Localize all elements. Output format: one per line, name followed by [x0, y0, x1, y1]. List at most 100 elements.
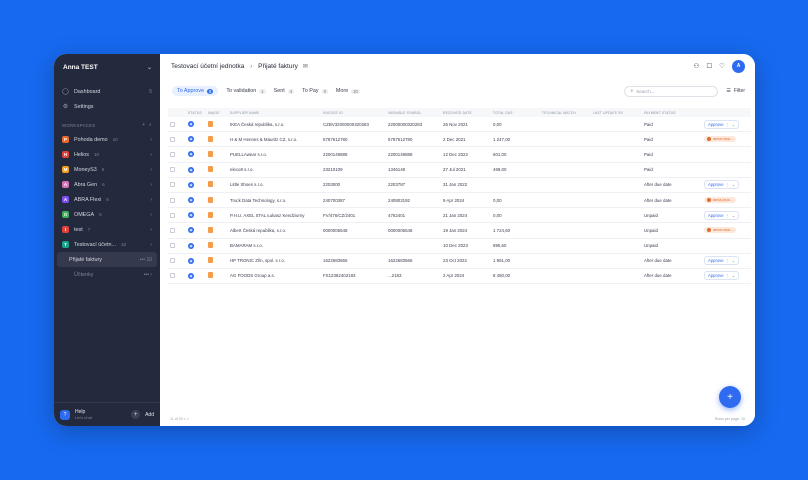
sidebar-item-workspace[interactable]: A ABRA Flexi 6 › [54, 192, 160, 207]
more-icon[interactable]: ⋮ [726, 122, 730, 127]
more-icon[interactable]: ⋮ [726, 258, 730, 263]
column-header[interactable]: SUPPLIER NAME [228, 111, 321, 115]
document-icon[interactable] [208, 226, 213, 233]
tab-to-approve[interactable]: To Approve 8 [172, 86, 219, 96]
mail-icon[interactable]: ✉ [303, 63, 308, 70]
row-checkbox[interactable] [170, 227, 175, 233]
message-icon[interactable]: ☐ [706, 62, 712, 70]
table-row[interactable]: ◉ H & M Hennes & Mauritz CZ, s.r.o. 5787… [168, 132, 751, 148]
row-checkbox[interactable] [170, 121, 175, 127]
sidebar-item-prijate-faktury[interactable]: Přijaté faktury ••• 10 [57, 252, 157, 267]
document-icon[interactable] [208, 120, 213, 127]
row-checkbox[interactable] [170, 243, 175, 249]
sidebar-item-dashboard[interactable]: ◯ Dashboard 5 [54, 84, 160, 99]
table-row[interactable]: ◉ BAMARAM s.r.o. 10 Dec 2023 895,60 Unpa… [168, 239, 751, 254]
more-icon[interactable]: ⋮ [726, 182, 730, 187]
approve-button[interactable]: Approve ⋮ ⌄ [704, 180, 740, 190]
assignee-chip[interactable]: anna.rosa... [704, 136, 737, 143]
row-checkbox[interactable] [170, 182, 175, 188]
rows-per-page[interactable]: Rows per page: 10 [715, 417, 745, 421]
approve-button[interactable]: Approve ⋮ ⌄ [704, 210, 740, 220]
assignee-chip[interactable]: anna.plus... [704, 197, 736, 204]
document-icon[interactable] [208, 257, 213, 264]
table-row[interactable]: ◉ Albert Česká republika, s.r.o. 0000006… [168, 223, 751, 239]
table-row[interactable]: ◉ AG FOODS Group a.s. FS12362402183 ...2… [168, 269, 751, 285]
sidebar-item-workspace[interactable]: O OMEGA 6 › [54, 207, 160, 222]
column-header[interactable]: TOTAL DUE [491, 111, 540, 115]
row-checkbox[interactable] [170, 273, 175, 279]
document-icon[interactable] [208, 196, 213, 203]
approve-button[interactable]: Approve ⋮ ⌄ [704, 119, 740, 129]
filter-button[interactable]: ☰ Filter [726, 88, 745, 94]
column-header[interactable]: STATUS [186, 111, 206, 115]
row-checkbox[interactable] [170, 151, 175, 157]
sidebar-item-workspace[interactable]: M MoneyS3 5 › [54, 162, 160, 177]
table-row[interactable]: ◉ Truck Data Technology, s.r.o. 24070038… [168, 193, 751, 209]
document-icon[interactable] [208, 166, 213, 173]
table-row[interactable]: ◉ HP TRONIC Zlín, spol. s r.o. 162268356… [168, 254, 751, 269]
sidebar-item-workspace[interactable]: P Pohoda demo 10 › [54, 132, 160, 147]
row-checkbox[interactable] [170, 197, 175, 203]
document-icon[interactable] [208, 181, 213, 188]
document-icon[interactable] [208, 272, 213, 279]
sidebar-item-settings[interactable]: ⚙ Settings [54, 99, 160, 114]
tab-label: To Approve [177, 88, 204, 94]
document-icon[interactable] [208, 211, 213, 218]
document-icon[interactable] [208, 242, 213, 249]
sidebar-item-workspace[interactable]: t test 7 › [54, 222, 160, 237]
add-button[interactable]: + Add [131, 410, 154, 419]
more-icon[interactable]: ⋮ [726, 213, 730, 218]
sidebar-item-uctenky[interactable]: Účtenky ••• › [54, 267, 160, 282]
row-checkbox[interactable] [170, 136, 175, 142]
table-row[interactable]: ◉ IKEA Česká republika, s.r.o. CZBV32000… [168, 117, 751, 133]
sidebar-item-workspace[interactable]: H Helios 10 › [54, 147, 160, 162]
approve-button[interactable]: Approve ⋮ ⌄ [704, 256, 740, 266]
section-tools[interactable]: + ⌕ [142, 122, 152, 128]
approve-button[interactable]: Approve ⋮ ⌄ [704, 271, 740, 281]
tab-sent[interactable]: Sent 4 [274, 88, 295, 94]
chat-icon[interactable]: ? [60, 409, 70, 420]
column-header[interactable]: VARIABLE SYMBOL [386, 111, 441, 115]
more-icon[interactable]: ••• › [144, 272, 152, 278]
column-header[interactable]: IMAGE [206, 111, 228, 115]
more-icon[interactable]: ⋮ [726, 273, 730, 278]
chevron-down-icon[interactable]: ⌄ [732, 273, 736, 278]
column-header[interactable]: RECEIVED DATE [441, 111, 491, 115]
chevron-down-icon[interactable]: ⌄ [732, 182, 736, 187]
table-row[interactable]: ◉ Little Shoes s.r.o. 2203000 2203787 31… [168, 178, 751, 193]
assignee-chip[interactable]: anna.rosa... [704, 227, 737, 234]
document-icon[interactable] [208, 150, 213, 157]
chevron-down-icon[interactable]: ⌄ [732, 213, 736, 218]
row-checkbox[interactable] [170, 167, 175, 173]
tab-more[interactable]: More 20 [336, 88, 360, 94]
add-invoice-button[interactable]: + [719, 386, 741, 408]
user-icon[interactable]: ⚇ [694, 62, 700, 70]
table-row[interactable]: ◉ eleco8 s.r.o. 23210109 1346148 27 Jul … [168, 163, 751, 178]
column-header[interactable]: TECHNICAL MATCH [540, 111, 591, 115]
column-header[interactable]: LAST UPDATE BY [591, 111, 642, 115]
search-input[interactable]: ⌕ Search... [624, 85, 719, 97]
sidebar-item-workspace[interactable]: T Testovací účetn... 10 › [54, 237, 160, 252]
supplier-name: HP TRONIC Zlín, spol. s r.o. [230, 258, 285, 264]
help-link[interactable]: Help Let's chat [75, 409, 92, 421]
table-row[interactable]: ◉ P.H.U. AXEL STAL Łukasz Kendziorny FV/… [168, 208, 751, 224]
tab-to-validation[interactable]: To validation 1 [226, 88, 266, 94]
row-checkbox[interactable] [170, 258, 175, 264]
tab-count: 4 [287, 88, 295, 94]
document-icon[interactable] [208, 135, 213, 142]
chevron-down-icon[interactable]: ⌄ [732, 258, 736, 263]
avatar[interactable]: A [732, 59, 745, 73]
notification-icon[interactable]: ♡ [719, 62, 725, 70]
pagination-info[interactable]: 11 of 20 < > [170, 417, 189, 421]
table-row[interactable]: ◉ PUELLAwear s.r.o. 2200149888 220014988… [168, 147, 751, 163]
sidebar-item-label: Abra Gen [74, 181, 98, 188]
tab-to-pay[interactable]: To Pay 0 [302, 88, 328, 94]
more-icon[interactable]: ••• 10 [140, 257, 152, 263]
sidebar-item-workspace[interactable]: A Abra Gen 6 › [54, 177, 160, 192]
column-header[interactable]: INVOICE ID [321, 111, 386, 115]
row-checkbox[interactable] [170, 212, 175, 218]
user-switcher[interactable]: Anna TEST ⌄ [54, 54, 160, 80]
column-header[interactable]: PAYMENT STATUS [642, 111, 702, 115]
chevron-down-icon[interactable]: ⌄ [732, 122, 736, 127]
breadcrumb-workspace[interactable]: Testovací účetní jednotka [171, 63, 244, 70]
